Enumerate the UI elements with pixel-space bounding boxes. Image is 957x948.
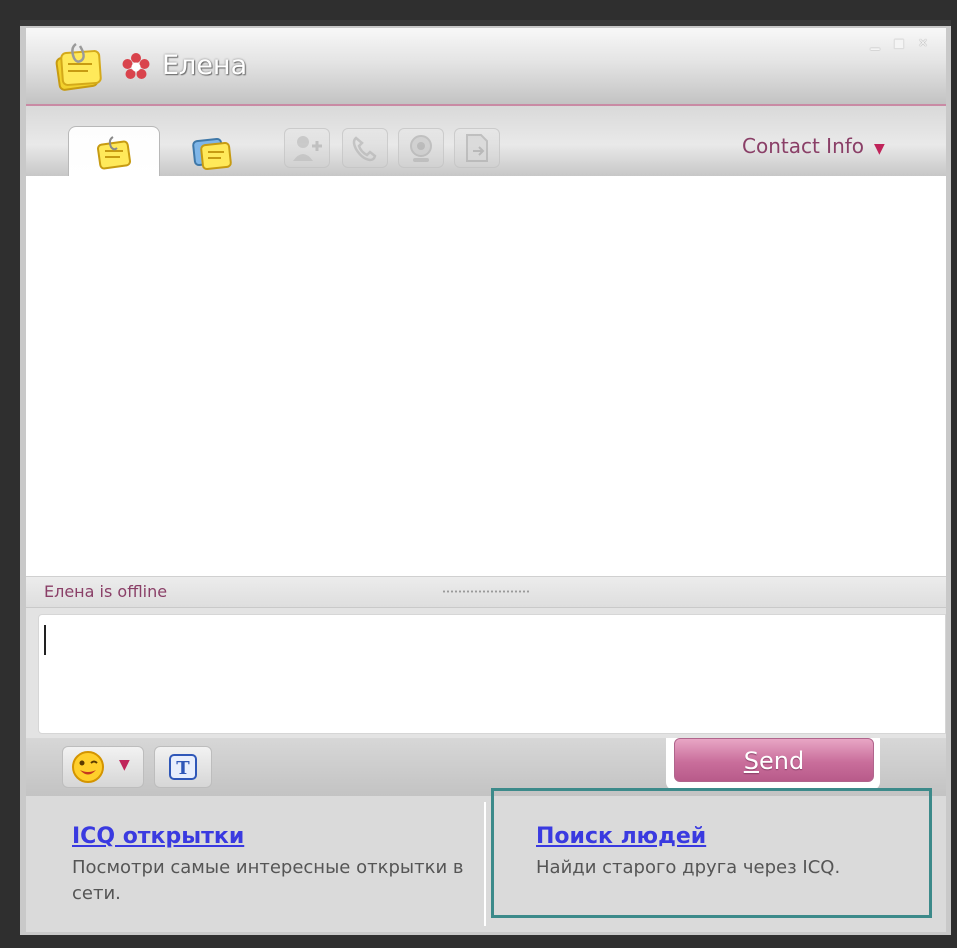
message-notes-icon [55, 42, 102, 91]
promo-people-search: Поиск людей Найди старого друга через IC… [536, 824, 916, 881]
message-input[interactable] [38, 614, 946, 734]
send-mnemonic: S [743, 747, 759, 775]
offline-status-icon [122, 53, 150, 79]
call-icon [352, 136, 377, 162]
call-button[interactable] [342, 128, 388, 168]
send-file-icon [466, 134, 488, 162]
promo-footer: ICQ открытки Посмотри самые интересные о… [26, 796, 946, 932]
tab-multi-chat[interactable] [186, 128, 242, 174]
promo-postcards-desc: Посмотри самые интересные открытки в сет… [72, 857, 464, 904]
multi-chat-notes-icon [192, 137, 232, 171]
maximize-icon[interactable]: ■ [892, 36, 906, 50]
minimize-icon[interactable]: ▁ [868, 36, 882, 50]
promo-divider [484, 802, 486, 926]
emoticons-dropdown-icon: ▼ [119, 757, 130, 773]
emoticons-button[interactable]: ▼ [62, 746, 144, 788]
title-bar[interactable]: Елена ▁ ■ ✕ [26, 28, 946, 106]
status-bar: Елена is offline [26, 576, 946, 607]
text-format-icon: T [169, 754, 197, 780]
icq-chat-window: Елена ▁ ■ ✕ Contact Info ▼ Елена is offl… [20, 20, 951, 935]
compose-toolbar: ▼ T Send [26, 738, 946, 796]
add-contact-icon [293, 136, 322, 161]
smiley-icon [72, 751, 104, 783]
send-label: end [759, 747, 805, 775]
close-icon[interactable]: ✕ [916, 36, 930, 50]
contact-info-menu[interactable]: Contact Info ▼ [742, 134, 885, 158]
chat-history[interactable] [26, 176, 946, 576]
text-format-button[interactable]: T [154, 746, 212, 788]
message-input-area [26, 608, 946, 738]
send-file-button[interactable] [454, 128, 500, 168]
send-button[interactable]: Send [674, 738, 874, 782]
chat-toolbar: Contact Info ▼ [26, 106, 946, 177]
splitter-grip[interactable] [442, 590, 530, 593]
promo-people-search-link[interactable]: Поиск людей [536, 824, 916, 849]
svg-text:T: T [176, 758, 190, 779]
dropdown-arrow-icon: ▼ [874, 141, 885, 157]
webcam-button[interactable] [398, 128, 444, 168]
webcam-icon [410, 135, 432, 162]
contact-status-text: Елена is offline [44, 582, 168, 601]
add-contact-button[interactable] [284, 128, 330, 168]
promo-people-search-desc: Найди старого друга через ICQ. [536, 857, 841, 878]
contact-name-title: Елена [162, 50, 248, 81]
promo-postcards-link[interactable]: ICQ открытки [72, 824, 472, 849]
contact-info-label: Contact Info [742, 134, 865, 158]
message-notes-icon [96, 136, 132, 170]
promo-postcards: ICQ открытки Посмотри самые интересные о… [72, 824, 472, 907]
text-caret [44, 625, 46, 655]
tab-message[interactable] [68, 126, 160, 177]
